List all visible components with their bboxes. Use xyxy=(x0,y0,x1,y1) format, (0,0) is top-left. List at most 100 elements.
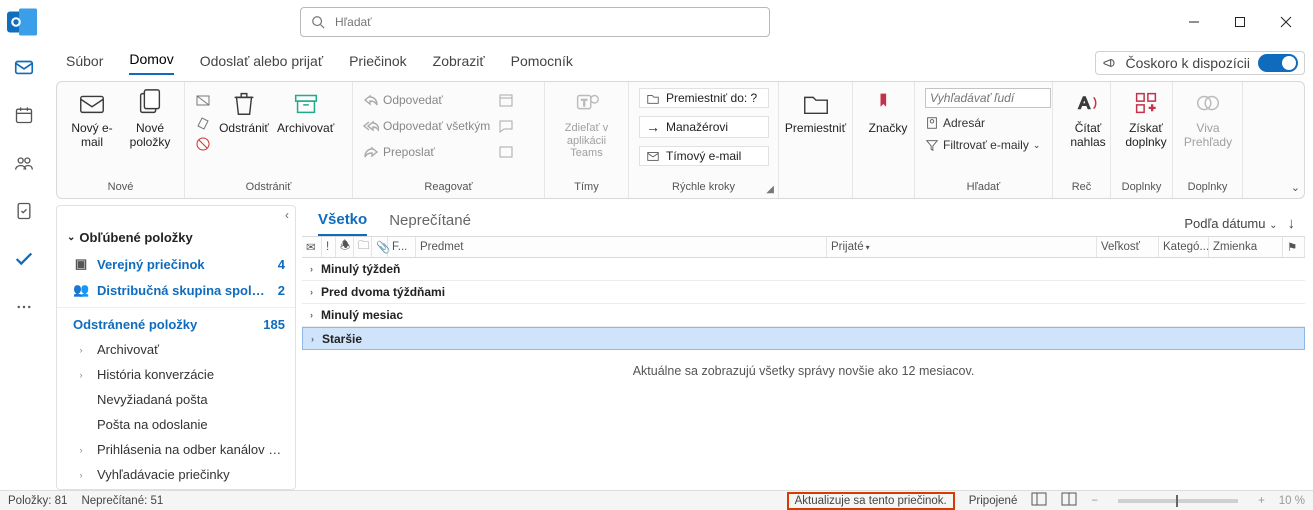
tab-sendreceive[interactable]: Odoslať alebo prijať xyxy=(200,53,323,75)
col-subject[interactable]: Predmet xyxy=(416,237,827,257)
quickstep-manager[interactable]: →Manažérovi xyxy=(639,116,769,138)
forward-button[interactable]: Preposlať xyxy=(363,144,490,160)
address-book-button[interactable]: Adresár xyxy=(925,116,1051,130)
group-two-weeks[interactable]: ›Pred dvoma týždňami xyxy=(302,281,1305,304)
message-list: Všetko Neprečítané Podľa dátumu ⌄ ↓ ✉ ! … xyxy=(302,205,1305,490)
col-mention[interactable]: Zmienka xyxy=(1209,237,1283,257)
group-label-quick: Rýchle kroky xyxy=(639,181,768,196)
meeting-icon[interactable] xyxy=(498,92,514,108)
nav-outbox[interactable]: Pošta na odoslanie xyxy=(57,412,295,437)
column-headers: ✉ ! 🕭 🗀 📎 F... Predmet Prijaté▾ Veľkosť … xyxy=(302,236,1305,258)
filter-email-button[interactable]: Filtrovať e-maily⌄ xyxy=(925,138,1051,152)
nav-deleted-items[interactable]: Odstránené položky185 xyxy=(57,312,295,337)
tags-button[interactable]: Značky xyxy=(863,88,913,136)
im-icon[interactable] xyxy=(498,118,514,134)
zoom-slider[interactable] xyxy=(1118,499,1238,503)
col-categories[interactable]: Kategó... xyxy=(1159,237,1209,257)
sort-by[interactable]: Podľa dátumu ⌄ xyxy=(1184,216,1277,231)
junk-icon[interactable] xyxy=(195,136,211,152)
get-addins-button[interactable]: + Získať doplnky xyxy=(1121,88,1171,150)
close-button[interactable] xyxy=(1263,6,1309,38)
rail-more-icon[interactable] xyxy=(10,293,38,321)
col-from[interactable]: F... xyxy=(388,237,416,257)
col-attachment[interactable]: 📎 xyxy=(372,237,388,257)
status-connected: Pripojené xyxy=(969,495,1018,507)
search-box[interactable]: Hľadať xyxy=(300,7,770,37)
group-icon: 👥 xyxy=(73,282,89,298)
list-tab-all[interactable]: Všetko xyxy=(318,211,367,236)
group-last-week[interactable]: ›Minulý týždeň xyxy=(302,258,1305,281)
coming-soon-toggle[interactable]: Čoskoro k dispozícii xyxy=(1095,51,1306,75)
zoom-in-button[interactable]: + xyxy=(1258,495,1265,507)
favorites-header[interactable]: ⌄Obľúbené položky xyxy=(57,224,295,251)
new-items-button[interactable]: Nové položky xyxy=(125,88,175,150)
nav-junk[interactable]: Nevyžiadaná pošta xyxy=(57,387,295,412)
status-bar: Položky: 81 Neprečítané: 51 Aktualizuje … xyxy=(0,490,1313,510)
tab-view[interactable]: Zobraziť xyxy=(433,53,485,75)
col-received[interactable]: Prijaté▾ xyxy=(827,237,1097,257)
ignore-icon[interactable] xyxy=(195,92,211,108)
zoom-out-button[interactable]: − xyxy=(1091,495,1098,507)
list-info-message: Aktuálne sa zobrazujú všetky správy novš… xyxy=(302,350,1305,392)
col-flag[interactable]: ⚑ xyxy=(1283,237,1305,257)
status-unread: Neprečítané: 51 xyxy=(81,495,163,507)
nav-distribution-group[interactable]: 👥Distribučná skupina spolo...2 xyxy=(57,277,295,303)
quicksteps-launcher-icon[interactable]: ◢ xyxy=(766,184,774,195)
view-reading-icon[interactable] xyxy=(1061,492,1077,509)
status-updating: Aktualizuje sa tento priečinok. xyxy=(787,492,955,510)
toggle-switch[interactable] xyxy=(1258,54,1298,72)
minimize-button[interactable] xyxy=(1171,6,1217,38)
rail-todo-icon[interactable] xyxy=(10,197,38,225)
find-people-input[interactable] xyxy=(925,88,1051,108)
delete-button[interactable]: Odstrániť xyxy=(219,88,269,136)
col-icon2[interactable]: 🗀 xyxy=(354,237,372,257)
svg-text:A: A xyxy=(1079,94,1091,113)
ribbon-collapse-icon[interactable]: ⌄ xyxy=(1291,181,1300,194)
quickstep-teammail[interactable]: Tímový e-mail xyxy=(639,146,769,166)
more-respond-icon[interactable] xyxy=(498,144,514,160)
nav-conversation-history[interactable]: ›História konverzácie xyxy=(57,362,295,387)
reply-all-button[interactable]: Odpovedať všetkým xyxy=(363,118,490,134)
tab-folder[interactable]: Priečinok xyxy=(349,53,407,75)
quickstep-moveto[interactable]: Premiestniť do: ? xyxy=(639,88,769,108)
archive-button[interactable]: Archivovať xyxy=(277,88,334,136)
group-label-speech: Reč xyxy=(1063,181,1100,196)
viva-insights-button: Viva Prehľady xyxy=(1183,88,1233,150)
ribbon-tabs: Súbor Domov Odoslať alebo prijať Priečin… xyxy=(48,43,1313,75)
sort-direction-icon[interactable]: ↓ xyxy=(1288,215,1296,232)
group-label-viva: Doplnky xyxy=(1183,181,1232,196)
nav-public-folder[interactable]: ▣Verejný priečinok4 xyxy=(57,251,295,277)
cleanup-icon[interactable] xyxy=(195,114,211,130)
rail-calendar-icon[interactable] xyxy=(10,101,38,129)
collapse-nav-icon[interactable]: ‹ xyxy=(57,206,295,224)
zoom-level: 10 % xyxy=(1279,495,1305,507)
new-email-button[interactable]: Nový e-mail xyxy=(67,88,117,150)
rail-tasks-checkmark-icon[interactable] xyxy=(10,245,38,273)
folder-pane: ‹ ⌄Obľúbené položky ▣Verejný priečinok4 … xyxy=(56,205,296,490)
group-last-month[interactable]: ›Minulý mesiac xyxy=(302,304,1305,327)
group-label-teams: Tímy xyxy=(555,181,618,196)
col-reminder[interactable]: 🕭 xyxy=(336,237,354,257)
rail-people-icon[interactable] xyxy=(10,149,38,177)
nav-search-folders[interactable]: ›Vyhľadávacie priečinky xyxy=(57,462,295,487)
nav-rss[interactable]: ›Prihlásenia na odber kanálov RSS xyxy=(57,437,295,462)
nav-archive[interactable]: ›Archivovať xyxy=(57,337,295,362)
maximize-button[interactable] xyxy=(1217,6,1263,38)
reply-button[interactable]: Odpovedať xyxy=(363,92,490,108)
group-label-addins: Doplnky xyxy=(1121,181,1162,196)
tab-help[interactable]: Pomocník xyxy=(511,53,573,75)
col-size[interactable]: Veľkosť xyxy=(1097,237,1159,257)
outlook-icon xyxy=(4,4,40,40)
tab-file[interactable]: Súbor xyxy=(66,53,103,75)
move-button[interactable]: Premiestniť xyxy=(789,88,842,136)
col-importance[interactable]: ! xyxy=(322,237,336,257)
read-aloud-button[interactable]: A Čítať nahlas xyxy=(1063,88,1113,150)
list-tab-unread[interactable]: Neprečítané xyxy=(389,212,471,235)
group-older[interactable]: ›Staršie xyxy=(302,327,1305,350)
coming-soon-label: Čoskoro k dispozícii xyxy=(1126,55,1251,71)
col-icon1[interactable]: ✉ xyxy=(302,237,322,257)
rail-mail-icon[interactable] xyxy=(10,53,38,81)
view-normal-icon[interactable] xyxy=(1031,492,1047,509)
tab-home[interactable]: Domov xyxy=(129,51,173,75)
public-folder-icon: ▣ xyxy=(73,256,89,272)
